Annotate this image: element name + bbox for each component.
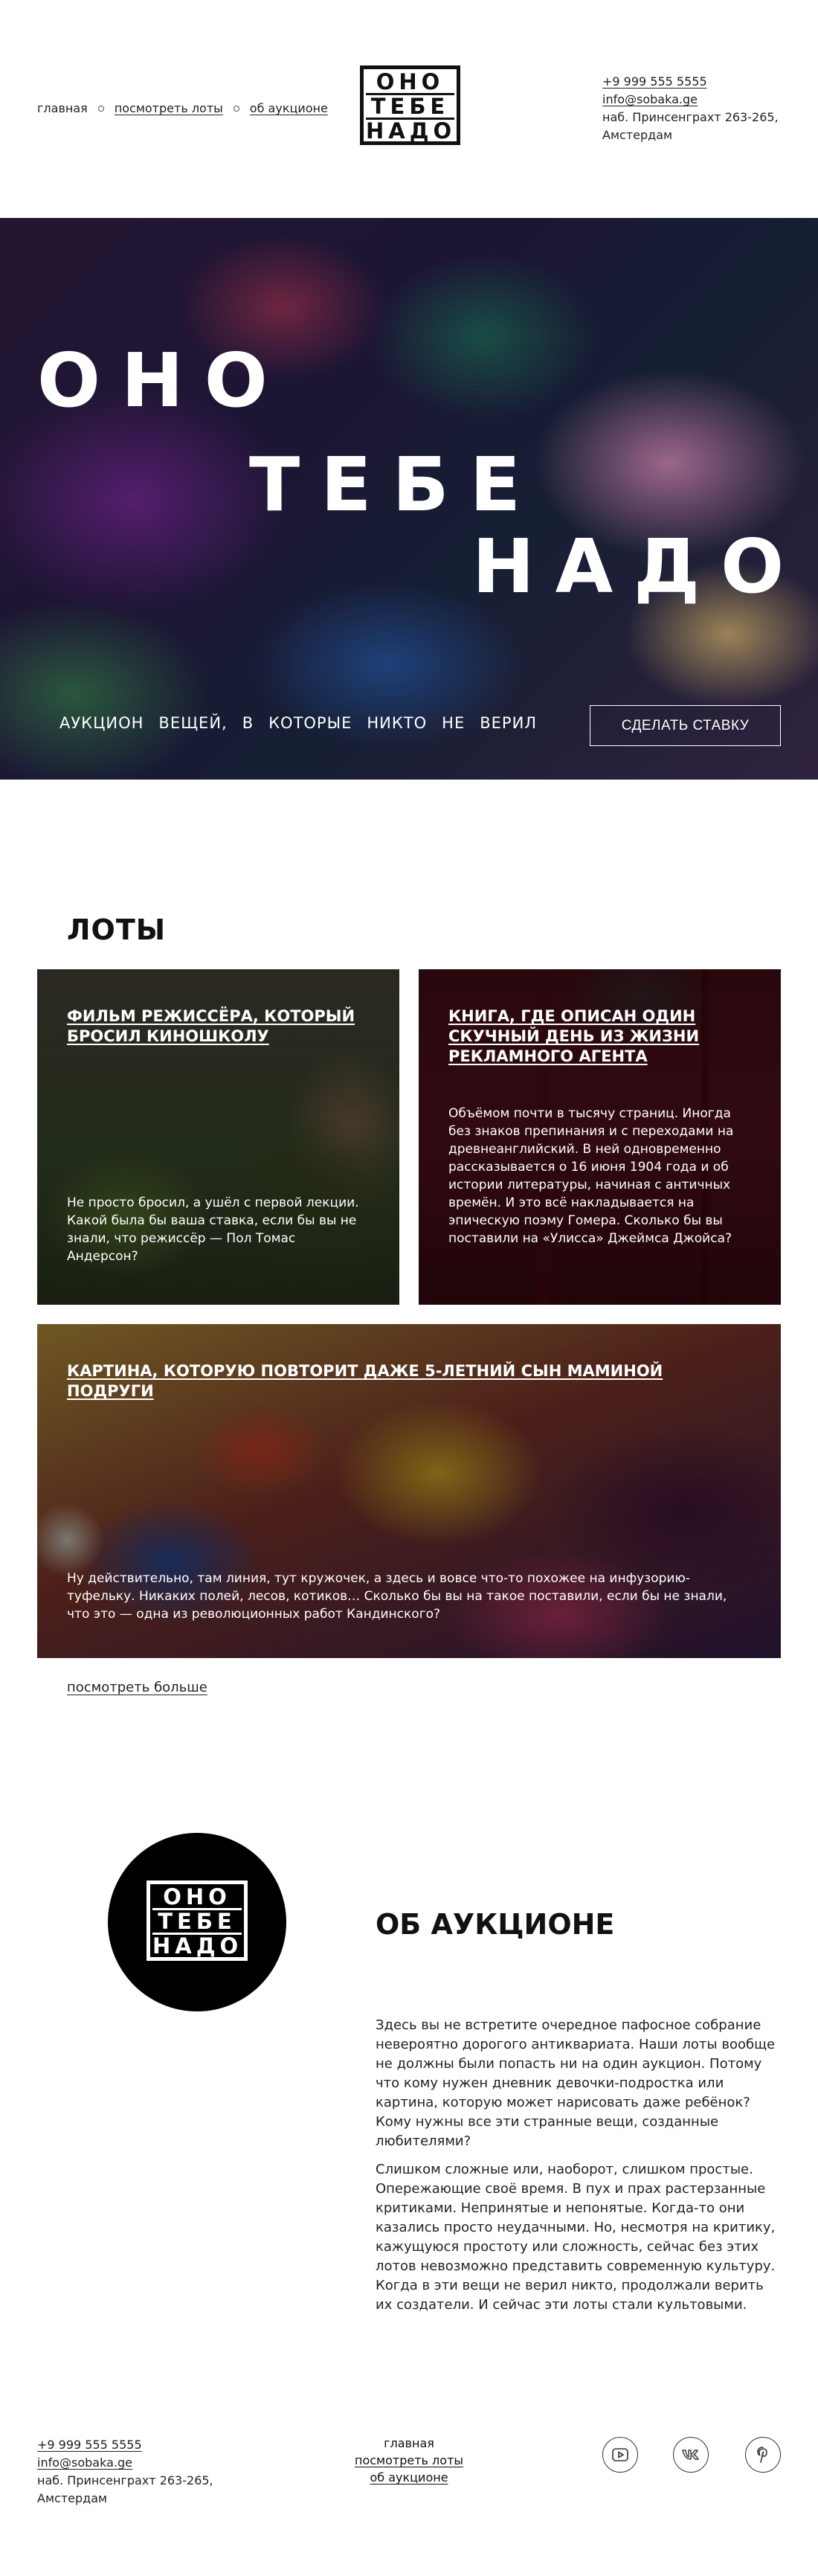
nav-dot-icon [233,105,239,112]
footer-nav-about[interactable]: об аукционе [335,2469,483,2486]
about-title: ОБ АУКЦИОНЕ [376,1908,615,1941]
lot-title[interactable]: КАРТИНА, КОТОРУЮ ПОВТОРИТ ДАЖЕ 5-ЛЕТНИЙ … [67,1361,751,1401]
site-logo[interactable]: ОНО ТЕБЕ НАДО [360,65,460,145]
hero-word-3: НАДО [472,523,805,610]
nav-dot-icon [97,105,104,112]
hero-banner: ОНО ТЕБЕ НАДО АУКЦИОН ВЕЩЕЙ, В КОТОРЫЕ Н… [0,218,818,780]
logo-line: ТЕБЕ [366,95,454,120]
header-email-link[interactable]: info@sobaka.ge [602,91,779,109]
header-address: наб. Принсенграхт 263-265, [602,110,779,124]
logo-line: НАДО [366,118,457,144]
hero-word-2: ТЕБЕ [249,441,542,528]
lot-card-book[interactable]: КНИГА, ГДЕ ОПИСАН ОДИН СКУЧНЫЙ ДЕНЬ ИЗ Ж… [419,969,781,1305]
footer-email-link[interactable]: info@sobaka.ge [37,2454,213,2472]
footer-nav: главная посмотреть лоты об аукционе [335,2435,483,2486]
lot-description: Ну действительно, там линия, тут кружоче… [67,1571,727,1622]
about-paragraph-2: Слишком сложные или, наоборот, слишком п… [376,2162,776,2313]
tagline-word: НЕ [442,714,466,732]
footer-address: наб. Принсенграхт 263-265, [37,2473,213,2487]
vk-icon[interactable] [673,2437,709,2473]
footer-contacts: +9 999 555 5555 info@sobaka.ge наб. Прин… [37,2436,213,2508]
about-logo: ОНО ТЕБЕ НАДО [108,1833,286,2011]
header-phone-link[interactable]: +9 999 555 5555 [602,73,779,91]
header-address-city: Амстердам [602,128,673,142]
header-contacts: +9 999 555 5555 info@sobaka.ge наб. Прин… [602,73,779,144]
nav-about[interactable]: об аукционе [250,101,328,115]
nav-lots[interactable]: посмотреть лоты [115,101,223,115]
logo-line: НАДО [152,1933,243,1959]
make-bid-button[interactable]: СДЕЛАТЬ СТАВКУ [590,705,781,746]
lots-title: ЛОТЫ [67,913,167,946]
tagline-word: КОТОРЫЕ [268,714,352,732]
lot-title[interactable]: КНИГА, ГДЕ ОПИСАН ОДИН СКУЧНЫЙ ДЕНЬ ИЗ Ж… [448,1006,751,1067]
tagline-word: ВЕРИЛ [480,714,538,732]
logo-line: ТЕБЕ [152,1910,242,1935]
tagline-word: ВЕЩЕЙ, [158,714,228,732]
see-more-link[interactable]: посмотреть больше [67,1680,207,1695]
header-nav: главная посмотреть лоты об аукционе [37,101,328,115]
hero-tagline: АУКЦИОН ВЕЩЕЙ, В КОТОРЫЕ НИКТО НЕ ВЕРИЛ [59,714,537,732]
about-paragraph-1: Здесь вы не встретите очередное пафосное… [376,2017,776,2149]
tagline-word: АУКЦИОН [59,714,144,732]
lot-card-painting[interactable]: КАРТИНА, КОТОРУЮ ПОВТОРИТ ДАЖЕ 5-ЛЕТНИЙ … [37,1324,781,1658]
lot-card-film[interactable]: ФИЛЬМ РЕЖИССЁРА, КОТОРЫЙ БРОСИЛ КИНОШКОЛ… [37,969,399,1305]
footer-address-city: Амстердам [37,2491,108,2505]
hero-word-1: ОНО [37,337,289,424]
logo-line: ОНО [366,71,454,95]
pinterest-icon[interactable] [745,2437,781,2473]
tagline-word: В [242,714,254,732]
logo-line: ОНО [152,1886,242,1910]
footer-nav-home[interactable]: главная [335,2435,483,2452]
lot-title[interactable]: ФИЛЬМ РЕЖИССЁРА, КОТОРЫЙ БРОСИЛ КИНОШКОЛ… [67,1006,370,1047]
lot-description: Объёмом почти в тысячу страниц. Иногда б… [448,1106,734,1246]
site-header: главная посмотреть лоты об аукционе ОНО … [0,0,818,218]
footer-nav-lots[interactable]: посмотреть лоты [335,2452,483,2469]
footer-phone-link[interactable]: +9 999 555 5555 [37,2436,213,2454]
tagline-word: НИКТО [367,714,428,732]
nav-home[interactable]: главная [37,101,88,115]
youtube-icon[interactable] [602,2437,638,2473]
lot-description: Не просто бросил, а ушёл с первой лекции… [67,1195,359,1264]
